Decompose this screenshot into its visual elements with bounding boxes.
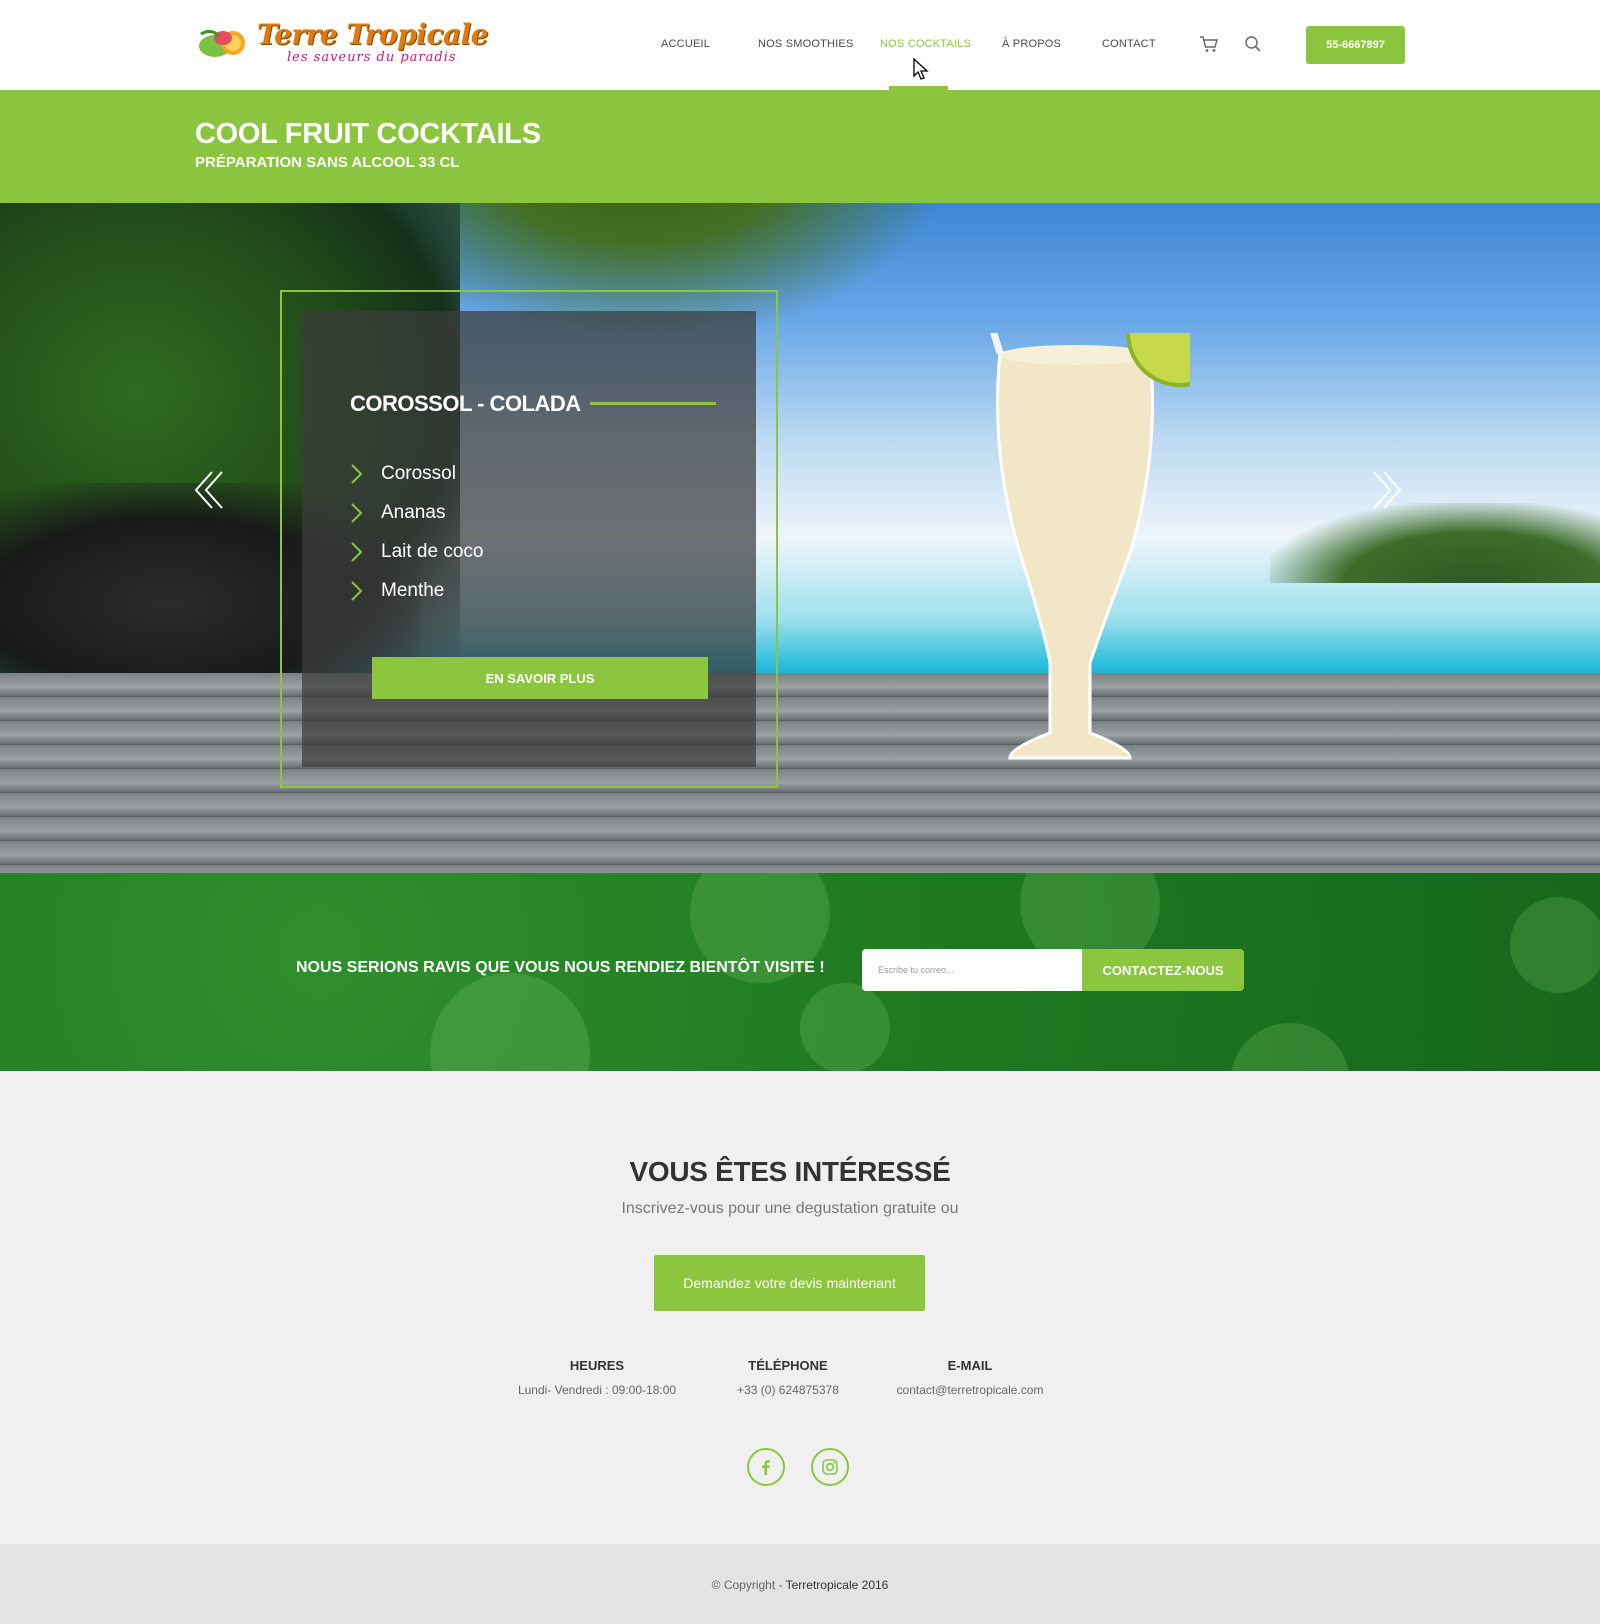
bokeh-decoration bbox=[1230, 1023, 1350, 1071]
phone-button[interactable]: 55-6667897 bbox=[1306, 26, 1405, 64]
instagram-link[interactable] bbox=[811, 1448, 849, 1486]
cart-icon[interactable] bbox=[1199, 34, 1219, 54]
ingredient-item: Ananas bbox=[350, 498, 445, 528]
site-footer: © Copyright - Terretropicale 2016 bbox=[0, 1544, 1600, 1624]
cocktail-card: COROSSOL - COLADA Corossol Ananas Lait d… bbox=[302, 311, 756, 767]
nav-nos-cocktails[interactable]: NOS COCKTAILS bbox=[880, 38, 971, 50]
nav-nos-smoothies[interactable]: NOS SMOOTHIES bbox=[758, 38, 854, 50]
copyright-prefix: © Copyright - bbox=[711, 1578, 786, 1592]
cocktail-glass-image bbox=[990, 333, 1190, 760]
info-heading: E-MAIL bbox=[947, 1358, 993, 1373]
newsletter-text: NOUS SERIONS RAVIS QUE VOUS NOUS RENDIEZ… bbox=[296, 959, 825, 976]
info-email: E-MAIL contact@terretropicale.com bbox=[874, 1358, 1066, 1397]
en-savoir-plus-button[interactable]: EN SAVOIR PLUS bbox=[372, 657, 708, 699]
ingredient-label: Ananas bbox=[381, 502, 446, 523]
newsletter-band: NOUS SERIONS RAVIS QUE VOUS NOUS RENDIEZ… bbox=[0, 873, 1600, 1071]
copyright-brand[interactable]: Terretropicale 2016 bbox=[786, 1578, 889, 1592]
nav-contact[interactable]: CONTACT bbox=[1102, 38, 1156, 50]
page-title-band: COOL FRUIT COCKTAILS PRÉPARATION SANS AL… bbox=[0, 90, 1600, 203]
nav-accueil[interactable]: ACCUEIL bbox=[661, 38, 710, 50]
ingredient-item: Menthe bbox=[350, 576, 444, 606]
bokeh-decoration bbox=[800, 983, 890, 1071]
search-icon[interactable] bbox=[1243, 34, 1263, 54]
logo-title: Terre Tropicale bbox=[257, 18, 489, 51]
page-subtitle: PRÉPARATION SANS ALCOOL 33 CL bbox=[195, 154, 460, 171]
ingredient-item: Corossol bbox=[350, 459, 456, 489]
info-hours: HEURES Lundi- Vendredi : 09:00-18:00 bbox=[497, 1358, 697, 1397]
interested-title: VOUS ÊTES INTÉRESSÉ bbox=[629, 1156, 951, 1187]
ingredient-label: Lait de coco bbox=[381, 541, 484, 562]
double-chevron-right-icon[interactable] bbox=[1368, 468, 1404, 512]
ingredient-label: Menthe bbox=[381, 580, 445, 601]
info-phone: TÉLÉPHONE +33 (0) 624875378 bbox=[718, 1358, 858, 1397]
title-accent-line bbox=[590, 402, 716, 405]
info-heading: TÉLÉPHONE bbox=[748, 1358, 828, 1373]
chevron-right-icon bbox=[351, 581, 363, 601]
chevron-right-icon bbox=[351, 503, 363, 523]
site-header: Terre Tropicale les saveurs du paradis A… bbox=[0, 0, 1600, 90]
email-input[interactable] bbox=[862, 949, 1082, 991]
site-logo[interactable]: Terre Tropicale les saveurs du paradis bbox=[197, 16, 489, 76]
logo-tagline: les saveurs du paradis bbox=[287, 50, 457, 65]
info-value[interactable]: +33 (0) 624875378 bbox=[718, 1383, 858, 1397]
chevron-right-icon bbox=[351, 464, 363, 484]
request-quote-button[interactable]: Demandez votre devis maintenant bbox=[654, 1255, 925, 1311]
facebook-link[interactable] bbox=[747, 1448, 785, 1486]
nav-a-propos[interactable]: À PROPOS bbox=[1002, 38, 1061, 50]
mouse-cursor-icon bbox=[913, 58, 929, 80]
chevron-right-icon bbox=[351, 542, 363, 562]
bokeh-decoration bbox=[1510, 897, 1600, 993]
hero-slider: COROSSOL - COLADA Corossol Ananas Lait d… bbox=[0, 203, 1600, 873]
page-title: COOL FRUIT COCKTAILS bbox=[195, 118, 541, 150]
bokeh-decoration bbox=[430, 973, 590, 1071]
info-heading: HEURES bbox=[569, 1358, 625, 1373]
double-chevron-left-icon[interactable] bbox=[192, 468, 228, 512]
info-value: Lundi- Vendredi : 09:00-18:00 bbox=[517, 1383, 677, 1397]
cocktail-title: COROSSOL - COLADA bbox=[350, 391, 581, 416]
wooden-deck-background bbox=[0, 673, 1600, 873]
instagram-icon bbox=[822, 1459, 838, 1475]
facebook-icon bbox=[762, 1460, 770, 1475]
ingredient-item: Lait de coco bbox=[350, 537, 483, 567]
contactez-nous-button[interactable]: CONTACTEZ-NOUS bbox=[1082, 949, 1244, 991]
fruit-logo-icon bbox=[199, 29, 245, 57]
info-value[interactable]: contact@terretropicale.com bbox=[874, 1383, 1066, 1397]
interested-subtitle: Inscrivez-vous pour une degustation grat… bbox=[621, 1200, 959, 1217]
ingredient-label: Corossol bbox=[381, 463, 456, 484]
copyright: © Copyright - Terretropicale 2016 bbox=[0, 1578, 1600, 1592]
island-background bbox=[1270, 503, 1600, 583]
